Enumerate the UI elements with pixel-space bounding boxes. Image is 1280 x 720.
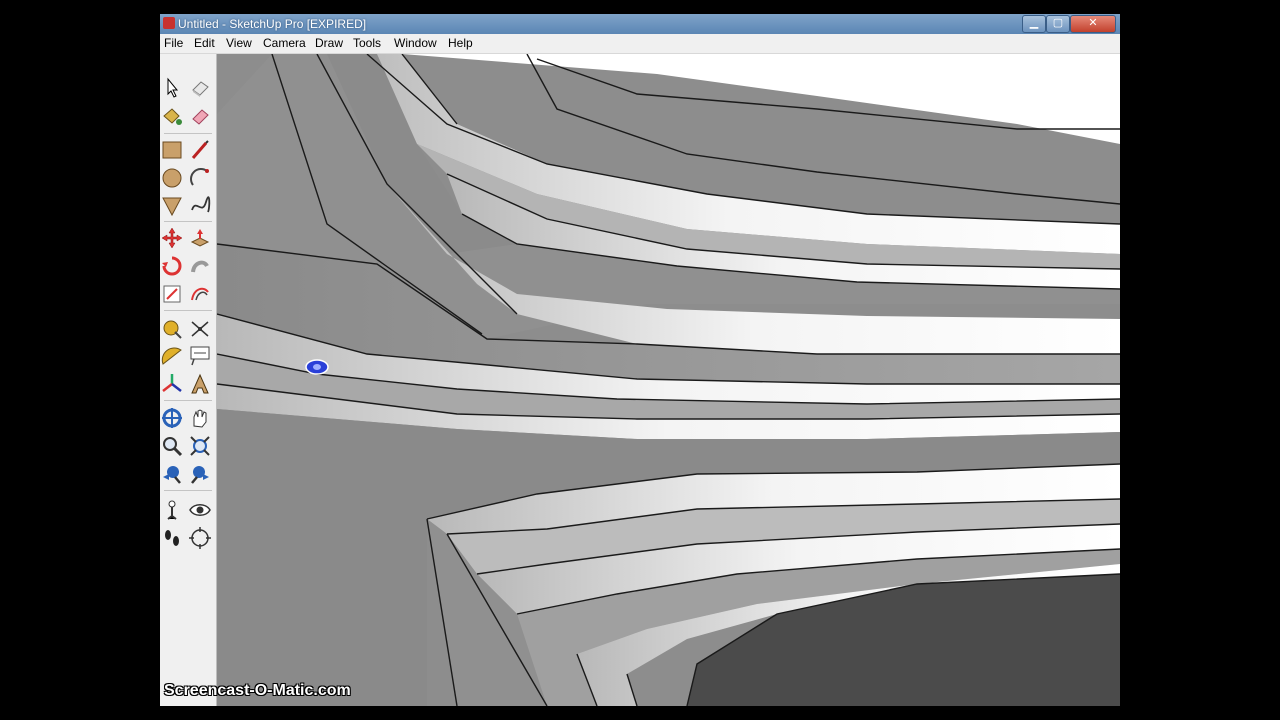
large-toolset-toolbar — [160, 54, 217, 706]
look-around-icon[interactable] — [188, 498, 212, 522]
toolbar-separator — [164, 490, 212, 491]
arc-icon[interactable] — [188, 166, 212, 190]
toolbar-separator — [164, 221, 212, 222]
line-icon[interactable] — [188, 138, 212, 162]
protractor-icon[interactable] — [160, 344, 184, 368]
dimension-icon[interactable] — [188, 316, 212, 340]
previous-view-icon[interactable] — [160, 462, 184, 486]
menu-camera[interactable]: Camera — [263, 37, 306, 50]
section-plane-icon[interactable] — [188, 526, 212, 550]
menu-bar: File Edit View Camera Draw Tools Window … — [160, 34, 1120, 54]
text-icon[interactable] — [188, 344, 212, 368]
minimize-button[interactable]: ▁ — [1022, 15, 1046, 33]
rectangle-icon[interactable] — [160, 138, 184, 162]
toolbar-separator — [164, 310, 212, 311]
3d-text-icon[interactable] — [188, 372, 212, 396]
freehand-icon[interactable] — [188, 194, 212, 218]
polygon-icon[interactable] — [160, 194, 184, 218]
menu-draw[interactable]: Draw — [315, 37, 343, 50]
toolbar-separator — [164, 133, 212, 134]
terrain-model — [217, 54, 1120, 706]
drawing-viewport[interactable] — [217, 54, 1120, 706]
move-icon[interactable] — [160, 226, 184, 250]
paint-bucket-icon[interactable] — [160, 104, 184, 128]
window-title: Untitled - SketchUp Pro [EXPIRED] — [178, 17, 367, 31]
orbit-cursor-icon — [305, 359, 329, 375]
erase-brush-icon[interactable] — [188, 104, 212, 128]
menu-help[interactable]: Help — [448, 37, 473, 50]
menu-view[interactable]: View — [226, 37, 252, 50]
menu-file[interactable]: File — [164, 37, 183, 50]
menu-edit[interactable]: Edit — [194, 37, 215, 50]
follow-me-icon[interactable] — [188, 254, 212, 278]
sketchup-app-icon — [163, 17, 175, 29]
position-camera-icon[interactable] — [160, 498, 184, 522]
tape-measure-icon[interactable] — [160, 316, 184, 340]
select-icon[interactable] — [160, 76, 184, 100]
rotate-icon[interactable] — [160, 254, 184, 278]
menu-window[interactable]: Window — [394, 37, 437, 50]
offset-icon[interactable] — [188, 282, 212, 306]
push-pull-icon[interactable] — [188, 226, 212, 250]
toolbar-separator — [164, 400, 212, 401]
circle-icon[interactable] — [160, 166, 184, 190]
screencast-watermark: Screencast-O-Matic.com — [164, 682, 351, 699]
title-bar: Untitled - SketchUp Pro [EXPIRED] ▁ ▢ ✕ — [160, 14, 1120, 34]
orbit-icon[interactable] — [160, 406, 184, 430]
maximize-button[interactable]: ▢ — [1046, 15, 1070, 33]
walk-icon[interactable] — [160, 526, 184, 550]
axes-icon[interactable] — [160, 372, 184, 396]
scale-icon[interactable] — [160, 282, 184, 306]
pan-icon[interactable] — [188, 406, 212, 430]
sketchup-window: Untitled - SketchUp Pro [EXPIRED] ▁ ▢ ✕ … — [160, 14, 1120, 706]
zoom-icon[interactable] — [160, 434, 184, 458]
zoom-extents-icon[interactable] — [188, 434, 212, 458]
close-button[interactable]: ✕ — [1070, 15, 1116, 33]
menu-tools[interactable]: Tools — [353, 37, 381, 50]
eraser-icon[interactable] — [188, 76, 212, 100]
next-view-icon[interactable] — [188, 462, 212, 486]
